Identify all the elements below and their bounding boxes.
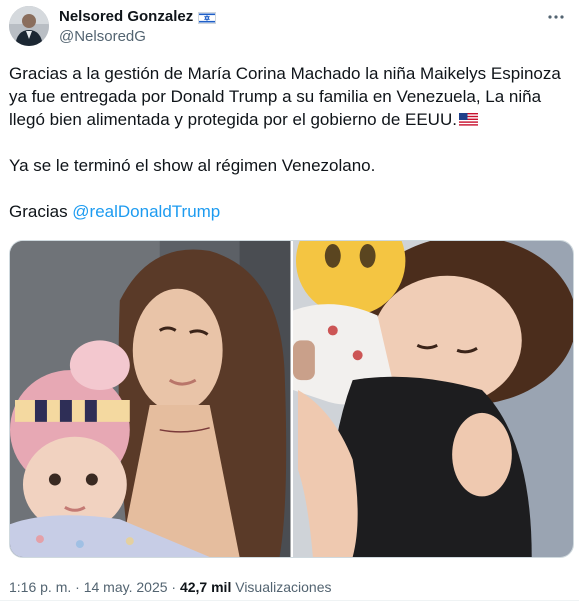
us-flag-icon <box>458 109 478 126</box>
photo-child-hugging[interactable] <box>292 241 573 557</box>
israel-flag-icon <box>198 11 217 24</box>
more-options-button[interactable] <box>547 8 565 26</box>
tweet-date[interactable]: 14 may. 2025 <box>84 579 168 595</box>
tweet-paragraph-1: Gracias a la gestión de María Corina Mac… <box>9 62 569 131</box>
tweet-meta: 1:16 p. m. · 14 may. 2025 · 42,7 mil Vis… <box>9 579 331 596</box>
tweet-time[interactable]: 1:16 p. m. <box>9 579 71 595</box>
avatar[interactable] <box>9 6 49 46</box>
avatar-image <box>9 6 49 46</box>
thanks-text: Gracias <box>9 202 73 221</box>
meta-separator-2: · <box>167 579 180 595</box>
photo-woman-and-baby-image <box>10 241 291 557</box>
media-grid <box>9 240 574 558</box>
tweet-paragraph-1-text: Gracias a la gestión de María Corina Mac… <box>9 64 561 129</box>
author-name-row: Nelsored Gonzalez <box>59 8 217 26</box>
tweet-paragraph-3: Gracias @realDonaldTrump <box>9 200 569 223</box>
tweet-paragraph-2: Ya se le terminó el show al régimen Vene… <box>9 156 376 175</box>
photo-woman-and-baby[interactable] <box>10 241 291 557</box>
author-display-name[interactable]: Nelsored Gonzalez <box>59 8 193 26</box>
photo-child-hugging-image <box>292 241 573 557</box>
more-dots-icon <box>548 15 564 19</box>
views-count: 42,7 mil <box>179 579 232 595</box>
views-label: Visualizaciones <box>231 579 332 595</box>
divider <box>0 600 579 601</box>
author-handle[interactable]: @NelsoredG <box>59 28 146 46</box>
mention-link[interactable]: @realDonaldTrump <box>72 202 220 221</box>
tweet: Nelsored Gonzalez @NelsoredG Gracias a l… <box>0 0 579 603</box>
tweet-text: Gracias a la gestión de María Corina Mac… <box>9 62 569 223</box>
meta-separator: · <box>71 579 84 595</box>
